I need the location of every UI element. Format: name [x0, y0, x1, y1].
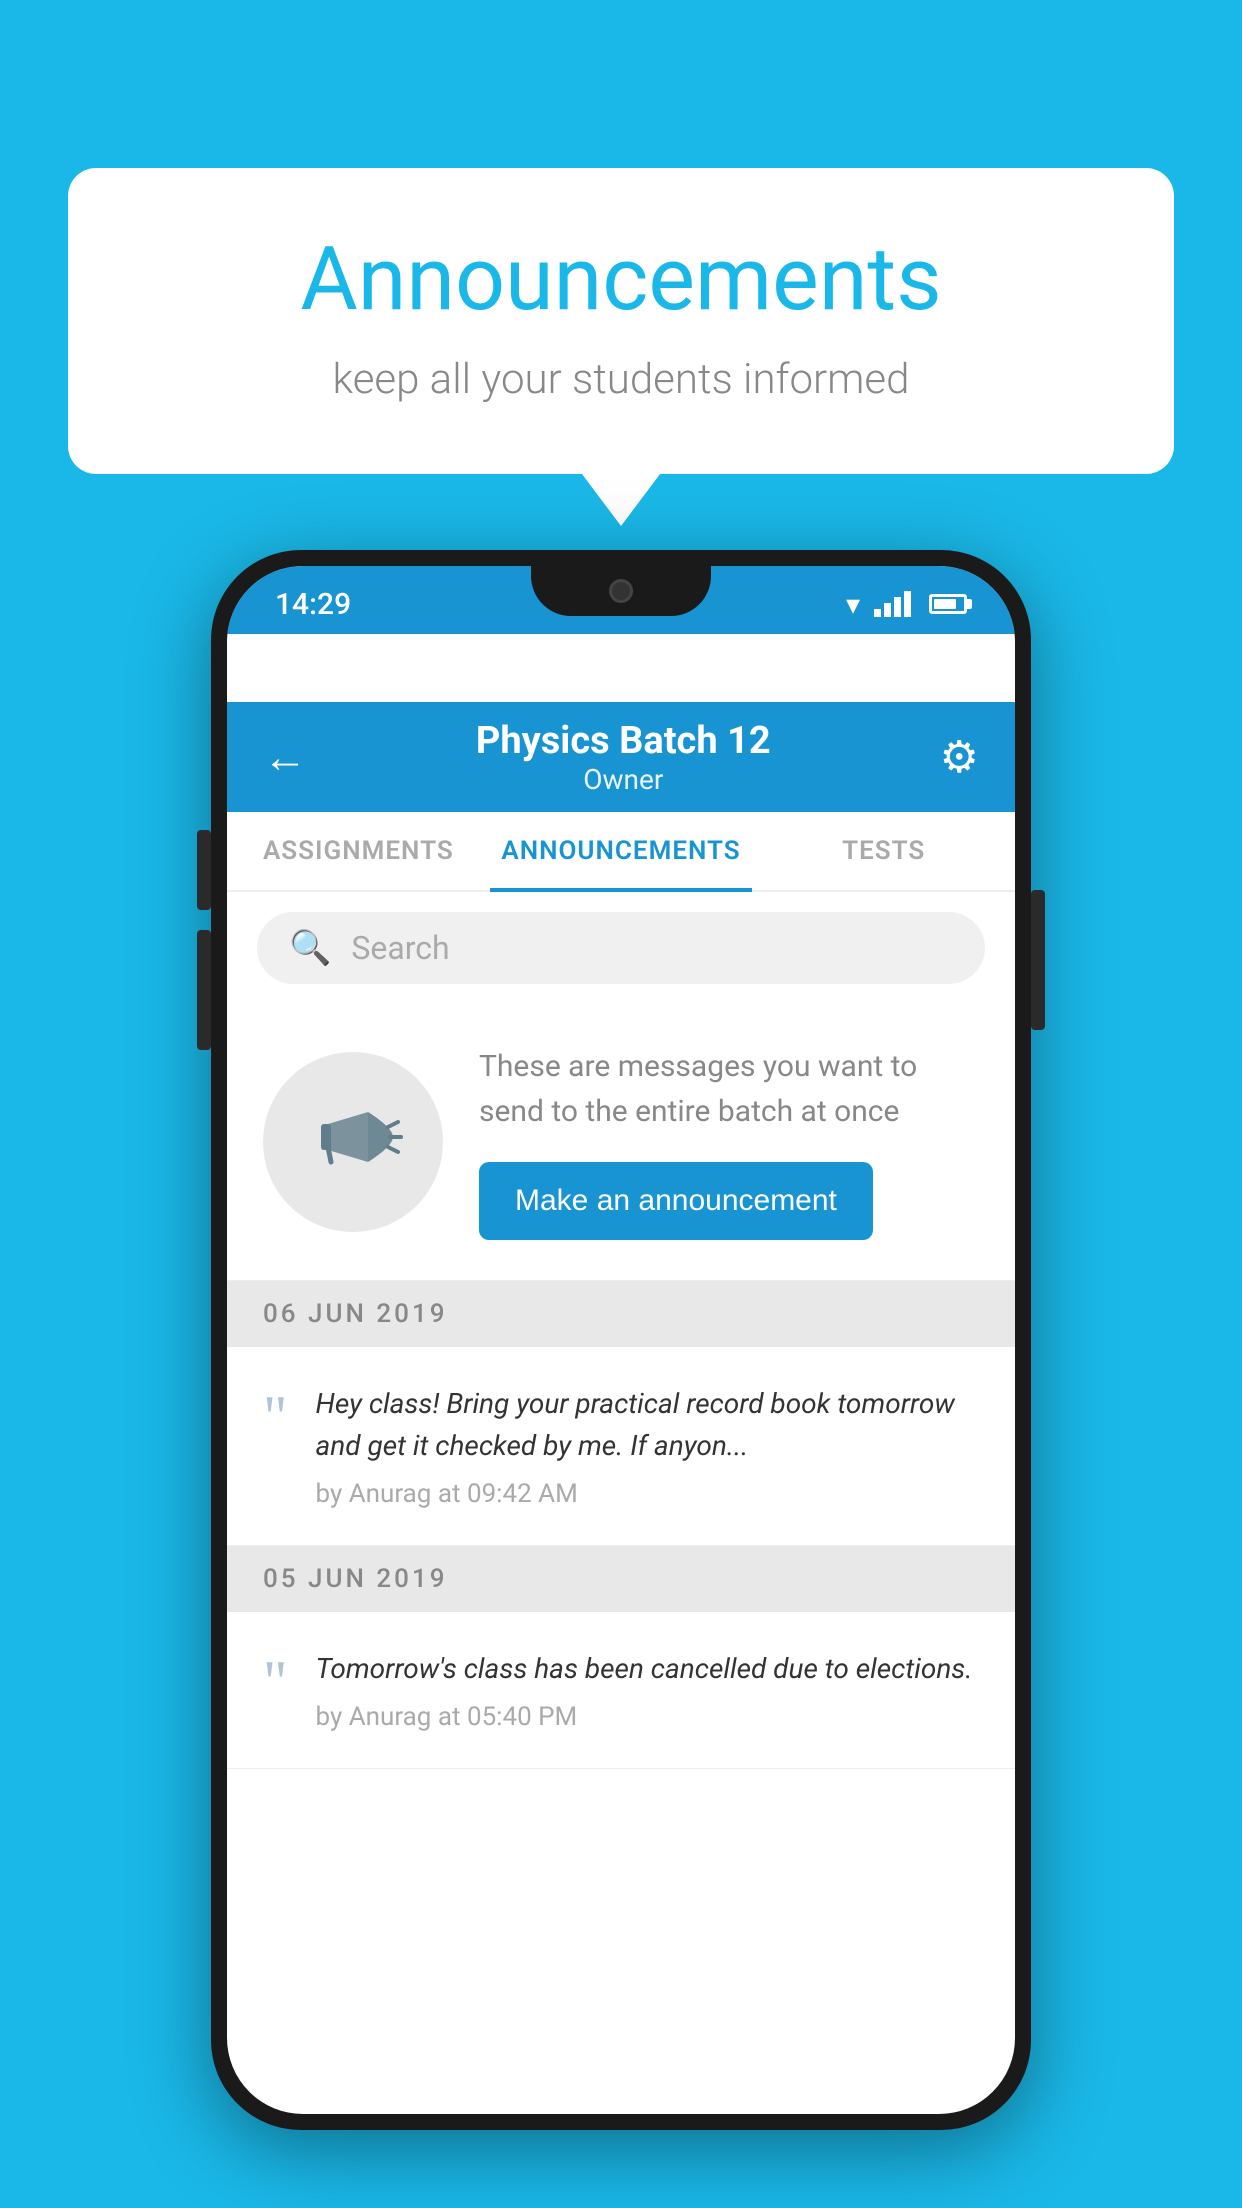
header-subtitle: Owner [476, 763, 771, 796]
search-bar[interactable]: 🔍 Search [257, 912, 985, 984]
bubble-title: Announcements [148, 228, 1094, 331]
tab-announcements[interactable]: ANNOUNCEMENTS [490, 812, 753, 890]
announcement-prompt: These are messages you want to send to t… [227, 1004, 1015, 1281]
tab-tests[interactable]: TESTS [752, 812, 1015, 890]
announcement-meta-2: by Anurag at 05:40 PM [316, 1702, 980, 1732]
phone-notch [531, 566, 711, 616]
volume-down-button[interactable] [197, 930, 211, 1050]
power-button[interactable] [1031, 890, 1045, 1030]
app-header: ← Physics Batch 12 Owner ⚙ [227, 702, 1015, 812]
screen-content: 14:29 ▾ [227, 566, 1015, 2114]
announcement-text-1: Hey class! Bring your practical record b… [316, 1383, 980, 1467]
front-camera [609, 579, 633, 603]
announcement-meta-1: by Anurag at 09:42 AM [316, 1479, 980, 1509]
search-icon: 🔍 [289, 928, 331, 968]
settings-icon[interactable]: ⚙ [940, 731, 979, 783]
volume-up-button[interactable] [197, 830, 211, 910]
announcement-text-2: Tomorrow's class has been cancelled due … [316, 1648, 980, 1690]
make-announcement-button[interactable]: Make an announcement [479, 1162, 873, 1240]
search-container: 🔍 Search [227, 892, 1015, 1004]
phone-mockup: 14:29 ▾ [211, 550, 1031, 2130]
header-title-area: Physics Batch 12 Owner [476, 719, 771, 796]
quote-icon-1: " [263, 1387, 288, 1447]
announcement-right: These are messages you want to send to t… [479, 1044, 979, 1240]
megaphone-icon [303, 1092, 403, 1192]
signal-icon [874, 591, 911, 617]
back-button[interactable]: ← [263, 731, 307, 783]
bubble-subtitle: keep all your students informed [148, 355, 1094, 404]
date-label-2: 05 JUN 2019 [263, 1564, 448, 1594]
announcement-description: These are messages you want to send to t… [479, 1044, 979, 1134]
status-time: 14:29 [275, 587, 351, 622]
announcement-content-2: Tomorrow's class has been cancelled due … [316, 1648, 980, 1732]
quote-icon-2: " [263, 1652, 288, 1712]
search-input[interactable]: Search [351, 929, 449, 967]
date-separator-2: 05 JUN 2019 [227, 1546, 1015, 1612]
phone-screen: 14:29 ▾ [227, 566, 1015, 2114]
wifi-icon: ▾ [846, 588, 860, 621]
date-separator-1: 06 JUN 2019 [227, 1281, 1015, 1347]
tab-assignments[interactable]: ASSIGNMENTS [227, 812, 490, 890]
announcement-item-1[interactable]: " Hey class! Bring your practical record… [227, 1347, 1015, 1546]
status-icons: ▾ [846, 588, 967, 621]
phone-outer: 14:29 ▾ [211, 550, 1031, 2130]
date-label-1: 06 JUN 2019 [263, 1299, 448, 1329]
header-title: Physics Batch 12 [476, 719, 771, 763]
announcement-item-2[interactable]: " Tomorrow's class has been cancelled du… [227, 1612, 1015, 1769]
tabs-bar: ASSIGNMENTS ANNOUNCEMENTS TESTS [227, 812, 1015, 892]
app-content: ← Physics Batch 12 Owner ⚙ ASSIGNMENTS [227, 702, 1015, 2114]
speech-bubble: Announcements keep all your students inf… [68, 168, 1174, 474]
announcement-content-1: Hey class! Bring your practical record b… [316, 1383, 980, 1509]
battery-icon [929, 594, 967, 614]
speech-bubble-container: Announcements keep all your students inf… [68, 168, 1174, 474]
megaphone-circle [263, 1052, 443, 1232]
